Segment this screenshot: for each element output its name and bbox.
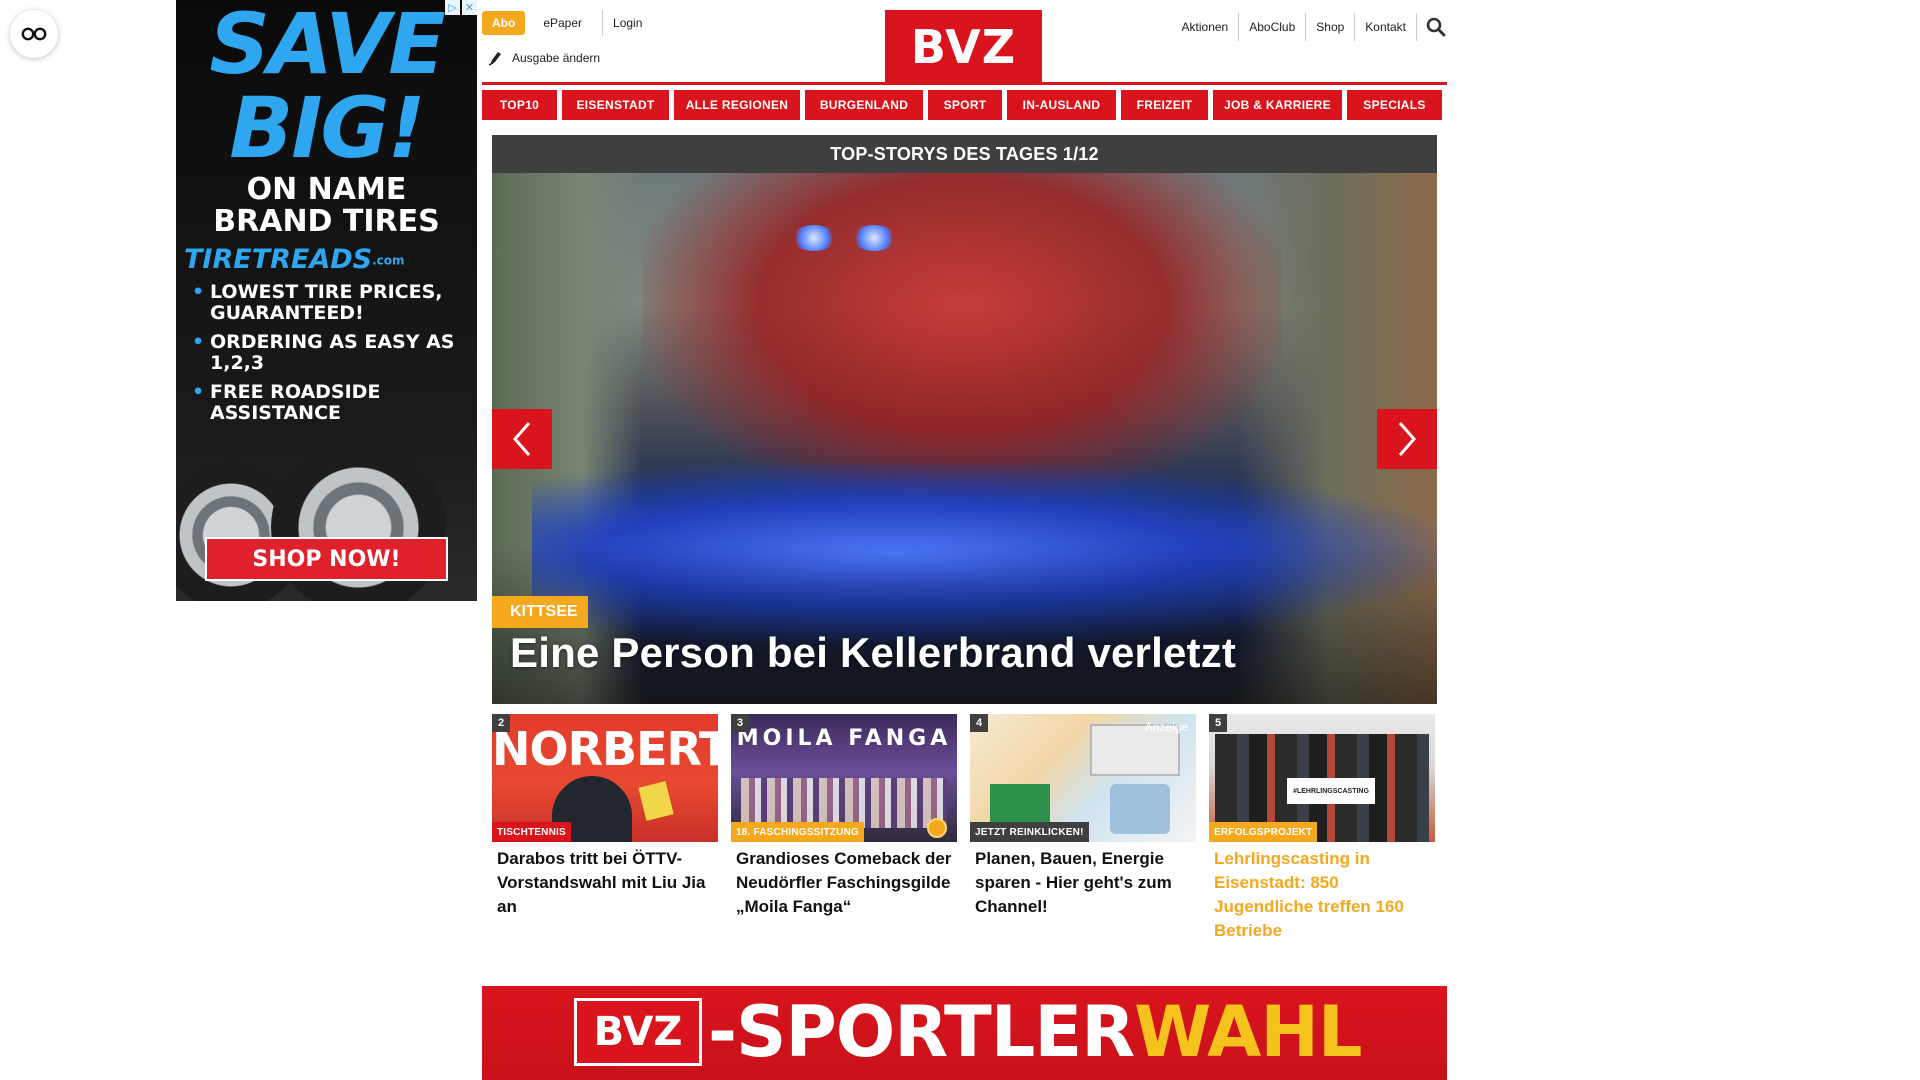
teaser-card[interactable]: NORBERT 2 TISCHTENNIS Darabos tritt bei … <box>492 714 718 943</box>
teaser-card[interactable]: Anzeige 4 JETZT REINKLICKEN! Planen, Bau… <box>970 714 1196 943</box>
ad-banner-tiretreads[interactable]: ▷ ✕ SAVE BIG! ON NAME BRAND TIRES TIRETR… <box>176 0 477 601</box>
teaser-image-text: NORBERT <box>492 722 718 776</box>
ad-logo-suffix: .com <box>372 253 405 268</box>
banner-headline-part2: WAHL <box>1134 991 1362 1073</box>
teaser-card[interactable]: MOILA FANGA 3 18. FASCHINGSSITZUNG Grand… <box>731 714 957 943</box>
teaser-image-card <box>638 781 674 821</box>
teaser-image-text: MOILA FANGA <box>736 726 952 751</box>
banner-headline: -SPORTLERWAHL <box>708 991 1363 1073</box>
shop-link[interactable]: Shop <box>1305 13 1354 41</box>
teaser-image-device <box>990 784 1050 824</box>
sportlerwahl-banner[interactable]: BVZ -SPORTLERWAHL <box>482 986 1447 1080</box>
ad-bullet: FREE ROADSIDE ASSISTANCE <box>190 382 470 424</box>
ad-logo: TIRETREADS.com <box>184 246 469 275</box>
nav-item-in-ausland[interactable]: IN-AUSLAND <box>1007 90 1116 120</box>
teaser-image: #LEHRLINGSCASTING 5 ERFOLGSPROJEKT <box>1209 714 1435 842</box>
teaser-image: NORBERT 2 TISCHTENNIS <box>492 714 718 842</box>
ad-bullet: LOWEST TIRE PRICES, GUARANTEED! <box>190 282 470 324</box>
ad-shop-now-button[interactable]: SHOP NOW! <box>205 537 448 581</box>
teaser-image: MOILA FANGA 3 18. FASCHINGSSITZUNG <box>731 714 957 842</box>
teaser-kicker: 18. FASCHINGSSITZUNG <box>731 822 864 842</box>
ad-bullet: ORDERING AS EASY AS 1,2,3 <box>190 332 470 374</box>
aboclub-link[interactable]: AboClub <box>1238 13 1305 41</box>
ad-headline: SAVE BIG! <box>209 0 445 177</box>
teaser-title[interactable]: Grandioses Comeback der Neudörfler Fasch… <box>731 842 957 919</box>
hero-story[interactable]: KITTSEE Eine Person bei Kellerbrand verl… <box>492 173 1437 704</box>
search-icon <box>1426 17 1446 37</box>
teaser-number: 2 <box>492 714 510 732</box>
chevron-left-icon <box>513 422 531 456</box>
chevron-right-icon <box>1398 422 1416 456</box>
main-navigation: TOP10 EISENSTADT ALLE REGIONEN BURGENLAN… <box>482 90 1447 120</box>
search-button[interactable] <box>1416 13 1446 41</box>
edition-label: Ausgabe ändern <box>512 51 601 65</box>
epaper-link[interactable]: ePaper <box>533 10 592 36</box>
teaser-kicker: TISCHTENNIS <box>492 822 571 842</box>
teaser-image-sign: #LEHRLINGSCASTING <box>1287 778 1375 804</box>
story-teasers: NORBERT 2 TISCHTENNIS Darabos tritt bei … <box>492 714 1437 943</box>
nav-item-job-karriere[interactable]: JOB & KARRIERE <box>1213 90 1342 120</box>
aktionen-link[interactable]: Aktionen <box>1172 13 1239 41</box>
banner-logo: BVZ <box>574 998 702 1066</box>
banner-headline-part1: -SPORTLER <box>708 991 1135 1073</box>
teaser-image-stage <box>741 778 947 828</box>
site-logo[interactable]: BVZ <box>885 10 1042 83</box>
teaser-number: 3 <box>731 714 749 732</box>
teaser-image-family <box>1110 784 1170 834</box>
teaser-card[interactable]: #LEHRLINGSCASTING 5 ERFOLGSPROJEKT Lehrl… <box>1209 714 1435 943</box>
hero-kicker: KITTSEE <box>492 596 588 628</box>
pen-icon <box>488 52 501 66</box>
nav-item-eisenstadt[interactable]: EISENSTADT <box>562 90 669 120</box>
hero-image-shade <box>492 544 1437 704</box>
nav-item-top10[interactable]: TOP10 <box>482 90 557 120</box>
top-stories-heading: TOP-STORYS DES TAGES 1/12 <box>492 135 1437 173</box>
ad-logo-text: TIRETREADS <box>184 244 373 275</box>
hero-image-beacon <box>792 225 836 251</box>
abo-button[interactable]: Abo <box>482 11 526 35</box>
hero-title[interactable]: Eine Person bei Kellerbrand verletzt <box>510 629 1236 677</box>
hero-image-truck <box>642 173 1282 503</box>
teaser-image: Anzeige 4 JETZT REINKLICKEN! <box>970 714 1196 842</box>
kontakt-link[interactable]: Kontakt <box>1354 13 1416 41</box>
header-divider <box>482 82 1447 85</box>
slider-next-button[interactable] <box>1377 409 1437 469</box>
hero-image-beacon <box>852 225 896 251</box>
teaser-kicker: ERFOLGSPROJEKT <box>1209 822 1318 842</box>
teaser-number: 4 <box>970 714 988 732</box>
slider-prev-button[interactable] <box>492 409 552 469</box>
premium-badge-icon <box>927 818 947 838</box>
teaser-title[interactable]: Planen, Bauen, Energie sparen - Hier geh… <box>970 842 1196 919</box>
nav-item-burgenland[interactable]: BURGENLAND <box>805 90 923 120</box>
login-link[interactable]: Login <box>602 10 652 36</box>
nav-item-alle-regionen[interactable]: ALLE REGIONEN <box>674 90 800 120</box>
nav-item-sport[interactable]: SPORT <box>928 90 1002 120</box>
ad-bullets: LOWEST TIRE PRICES, GUARANTEED! ORDERING… <box>190 282 470 432</box>
teaser-title[interactable]: Darabos tritt bei ÖTTV-Vorstandswahl mit… <box>492 842 718 919</box>
header-utility-right: Aktionen AboClub Shop Kontakt <box>1172 13 1446 41</box>
nav-item-freizeit[interactable]: FREIZEIT <box>1121 90 1208 120</box>
teaser-kicker: JETZT REINKLICKEN! <box>970 822 1089 842</box>
nav-item-specials[interactable]: SPECIALS <box>1347 90 1442 120</box>
accessibility-button[interactable] <box>10 10 58 58</box>
ad-subheadline: ON NAME BRAND TIRES <box>213 172 440 239</box>
edition-switcher[interactable]: Ausgabe ändern <box>488 50 600 66</box>
glasses-icon <box>21 27 47 41</box>
header-utility-left: Abo ePaper Login <box>482 10 652 36</box>
teaser-number: 5 <box>1209 714 1227 732</box>
ad-label: Anzeige <box>1144 720 1188 734</box>
teaser-title[interactable]: Lehrlingscasting in Eisenstadt: 850 Juge… <box>1209 842 1435 943</box>
